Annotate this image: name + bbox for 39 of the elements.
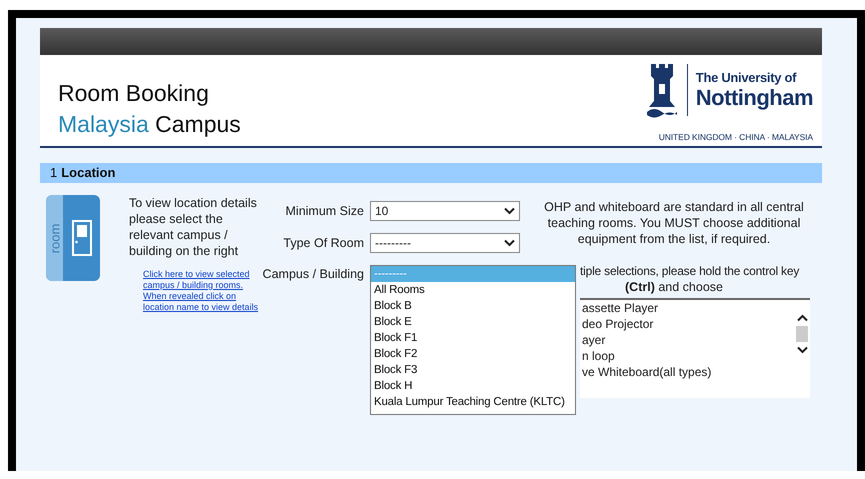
castle-icon — [644, 62, 679, 118]
dropdown-option[interactable]: Block F2 — [371, 346, 575, 362]
page-subtitle: Malaysia Campus — [58, 110, 241, 139]
page-title: Room Booking — [58, 79, 210, 108]
list-option[interactable]: assette Player — [582, 300, 794, 316]
section-number: 1 — [50, 165, 58, 180]
instruction-text: tiple selections, please hold the control key — [580, 263, 800, 279]
dropdown-field[interactable]: --------- — [370, 233, 520, 253]
field-label: Minimum Size — [284, 204, 364, 218]
dropdown-option[interactable]: Block H — [371, 378, 575, 394]
dropdown-option[interactable]: All Rooms — [371, 282, 575, 298]
list-option[interactable]: ayer — [582, 332, 794, 348]
dropdown-option[interactable]: Block B — [371, 298, 575, 314]
dropdown-option[interactable]: Block F3 — [371, 362, 575, 378]
section-title: Location — [61, 165, 116, 180]
logo-tagline: UNITED KINGDOM · CHINA · MALAYSIA — [658, 132, 813, 142]
field-label: Type Of Room — [282, 236, 364, 250]
rooms-link[interactable]: Click here to view selected campus / building rooms. When revealed click on location name to view details — [143, 269, 260, 313]
field-label: Campus / Building — [262, 267, 364, 281]
equipment-note: OHP and whiteboard are standard in all central teaching rooms. You MUST choose additional equipment from the list, if required. — [543, 199, 805, 247]
icon-label: room — [47, 223, 62, 253]
dropdown-option[interactable]: Block F1 — [371, 330, 575, 346]
door-icon — [72, 220, 92, 256]
caret-icon — [504, 239, 515, 247]
dropdown-option[interactable]: Kuala Lumpur Teaching Centre (KLTC) — [371, 394, 575, 410]
list-option[interactable]: deo Projector — [582, 316, 794, 332]
logo-text: The University of — [696, 70, 798, 84]
logo-name: Nottingham — [696, 84, 813, 110]
dropdown-option[interactable]: Block E — [371, 314, 575, 330]
list-option[interactable]: n loop — [582, 348, 794, 364]
instruction-text: (Ctrl) and choose — [624, 279, 724, 295]
scrollbar-thumb[interactable] — [796, 326, 808, 342]
scroll-down-icon — [796, 346, 808, 354]
equipment-listbox[interactable]: assette Player deo Projector ayer n loop ve Whiteboard(all types) — [580, 298, 810, 398]
info-text: To view location details please select the relevant campus / building on the right — [129, 195, 258, 259]
dropdown-field[interactable]: 10 — [370, 201, 520, 221]
scroll-up-icon[interactable] — [796, 314, 808, 322]
caret-icon — [504, 207, 515, 215]
list-option[interactable]: ve Whiteboard(all types) — [582, 364, 794, 380]
